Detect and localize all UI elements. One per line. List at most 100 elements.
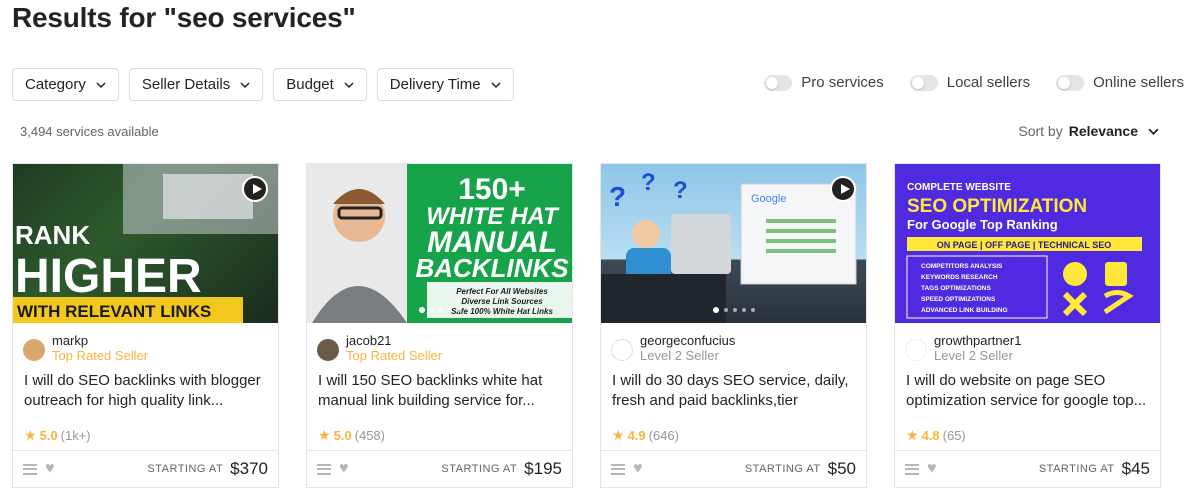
seller-level: Top Rated Seller xyxy=(346,348,443,363)
star-icon: ★ xyxy=(24,427,37,443)
thumbnail-art: RANK HIGHER WITH RELEVANT LINKS xyxy=(13,164,278,323)
thumb-text: SEO OPTIMIZATION xyxy=(907,196,1087,217)
toggle-online-sellers: Online sellers xyxy=(1056,74,1184,91)
gig-grid: RANK HIGHER WITH RELEVANT LINKS markp To… xyxy=(12,163,1161,488)
heart-icon[interactable]: ♥ xyxy=(927,460,937,478)
gig-card[interactable]: ? ? ? Google georgeconfucius Level 2 Sel… xyxy=(600,163,867,488)
thumb-text: COMPLETE WEBSITE xyxy=(907,182,1011,193)
thumb-text: SPEED OPTIMIZATIONS xyxy=(921,296,996,303)
chevron-down-icon xyxy=(240,81,250,88)
seller-name[interactable]: georgeconfucius xyxy=(640,333,735,348)
thumb-text: Diverse Link Sources xyxy=(461,297,543,306)
starting-at-label: STARTING AT xyxy=(1038,463,1115,475)
star-icon: ★ xyxy=(906,427,919,443)
filter-seller-details[interactable]: Seller Details xyxy=(128,68,264,101)
gig-price: $370 xyxy=(230,459,268,478)
thumb-text: ON PAGE | OFF PAGE | TECHNICAL SEO xyxy=(937,240,1112,250)
gig-thumbnail[interactable]: RANK HIGHER WITH RELEVANT LINKS xyxy=(13,164,278,323)
chevron-down-icon xyxy=(1148,128,1159,135)
thumb-text: COMPETITORS ANALYSIS xyxy=(921,263,1003,270)
avatar[interactable] xyxy=(905,339,927,361)
heart-icon[interactable]: ♥ xyxy=(339,460,349,478)
gig-rating: ★ 4.9 (646) xyxy=(601,419,866,445)
filter-label: Category xyxy=(25,76,86,93)
starting-at-label: STARTING AT xyxy=(441,463,518,475)
starting-at-label: STARTING AT xyxy=(147,463,224,475)
sort-label: Sort by xyxy=(1018,123,1063,139)
rating-score: 4.9 xyxy=(627,428,646,443)
gig-title[interactable]: I will do SEO backlinks with blogger out… xyxy=(13,371,278,419)
sort-value: Relevance xyxy=(1068,123,1138,139)
avatar[interactable] xyxy=(611,339,633,361)
thumbnail-art: ? ? ? Google xyxy=(601,169,857,323)
thumb-text: ADVANCED LINK BUILDING xyxy=(921,307,1008,314)
gig-card[interactable]: RANK HIGHER WITH RELEVANT LINKS markp To… xyxy=(12,163,279,488)
toggle-switch[interactable] xyxy=(1056,74,1085,91)
filter-label: Seller Details xyxy=(141,76,231,93)
chevron-down-icon xyxy=(96,81,106,88)
seller-name[interactable]: markp xyxy=(52,333,148,348)
thumb-text: WITH RELEVANT LINKS xyxy=(17,302,211,321)
toggle-bar: Pro services Local sellers Online seller… xyxy=(764,74,1184,91)
star-icon: ★ xyxy=(612,427,625,443)
gig-footer: ♥ STARTING AT $195 xyxy=(307,450,572,487)
play-icon[interactable] xyxy=(830,176,856,202)
sort-dropdown[interactable]: Sort by Relevance xyxy=(1018,123,1159,139)
gig-rating: ★ 5.0 (458) xyxy=(307,419,572,445)
thumb-text: ? xyxy=(641,169,656,196)
menu-icon[interactable] xyxy=(905,463,919,475)
gig-title[interactable]: I will 150 SEO backlinks white hat manua… xyxy=(307,371,572,419)
gig-price: $195 xyxy=(524,459,562,478)
menu-icon[interactable] xyxy=(317,463,331,475)
gig-thumbnail[interactable]: 150+ WHITE HAT MANUAL BACKLINKS Perfect … xyxy=(307,164,572,323)
filter-bar: Category Seller Details Budget Delivery … xyxy=(12,68,514,101)
rating-score: 4.8 xyxy=(921,428,940,443)
thumb-text: ? xyxy=(609,181,626,212)
carousel-dots[interactable] xyxy=(307,307,572,313)
rating-count: (458) xyxy=(354,428,385,443)
thumb-text: Perfect For All Websites xyxy=(456,287,548,296)
play-icon[interactable] xyxy=(242,176,268,202)
gig-thumbnail[interactable]: COMPLETE WEBSITE SEO OPTIMIZATION For Go… xyxy=(895,164,1160,323)
rating-count: (646) xyxy=(648,428,679,443)
heart-icon[interactable]: ♥ xyxy=(45,460,55,478)
avatar[interactable] xyxy=(23,339,45,361)
menu-icon[interactable] xyxy=(23,463,37,475)
heart-icon[interactable]: ♥ xyxy=(633,460,643,478)
starting-at-label: STARTING AT xyxy=(744,463,821,475)
toggle-label: Local sellers xyxy=(946,74,1031,91)
gig-thumbnail[interactable]: ? ? ? Google xyxy=(601,164,866,323)
toggle-label: Online sellers xyxy=(1093,74,1184,91)
seller-name[interactable]: jacob21 xyxy=(346,333,442,348)
seller-level: Level 2 Seller xyxy=(934,348,1013,363)
gig-footer: ♥ STARTING AT $370 xyxy=(13,450,278,487)
thumb-text: KEYWORDS RESEARCH xyxy=(921,274,998,281)
gig-title[interactable]: I will do website on page SEO optimizati… xyxy=(895,371,1160,419)
seller-name[interactable]: growthpartner1 xyxy=(934,333,1021,348)
toggle-switch[interactable] xyxy=(909,74,938,91)
thumbnail-art: 150+ WHITE HAT MANUAL BACKLINKS Perfect … xyxy=(307,164,572,323)
gig-price: $45 xyxy=(1121,459,1150,478)
thumbnail-art: COMPLETE WEBSITE SEO OPTIMIZATION For Go… xyxy=(906,182,1142,319)
chevron-down-icon xyxy=(491,81,501,88)
rating-count: (65) xyxy=(942,428,966,443)
filter-budget[interactable]: Budget xyxy=(273,68,367,101)
gig-card[interactable]: COMPLETE WEBSITE SEO OPTIMIZATION For Go… xyxy=(894,163,1161,488)
filter-category[interactable]: Category xyxy=(12,68,119,101)
toggle-switch[interactable] xyxy=(764,74,793,91)
gig-footer: ♥ STARTING AT $50 xyxy=(601,450,866,487)
gig-card[interactable]: 150+ WHITE HAT MANUAL BACKLINKS Perfect … xyxy=(306,163,573,488)
avatar[interactable] xyxy=(317,339,339,361)
thumb-text: TAGS OPTIMIZATIONS xyxy=(921,285,991,292)
menu-icon[interactable] xyxy=(611,463,625,475)
toggle-local-sellers: Local sellers xyxy=(909,74,1031,91)
gig-rating: ★ 5.0 (1k+) xyxy=(13,419,278,445)
carousel-dots[interactable] xyxy=(601,307,866,313)
filter-delivery-time[interactable]: Delivery Time xyxy=(376,68,514,101)
rating-score: 5.0 xyxy=(333,428,352,443)
thumb-text: ? xyxy=(673,177,688,204)
gig-title[interactable]: I will do 30 days SEO service, daily, fr… xyxy=(601,371,866,419)
star-icon: ★ xyxy=(318,427,331,443)
thumb-text: RANK xyxy=(15,220,90,250)
thumb-text: For Google Top Ranking xyxy=(907,217,1058,232)
